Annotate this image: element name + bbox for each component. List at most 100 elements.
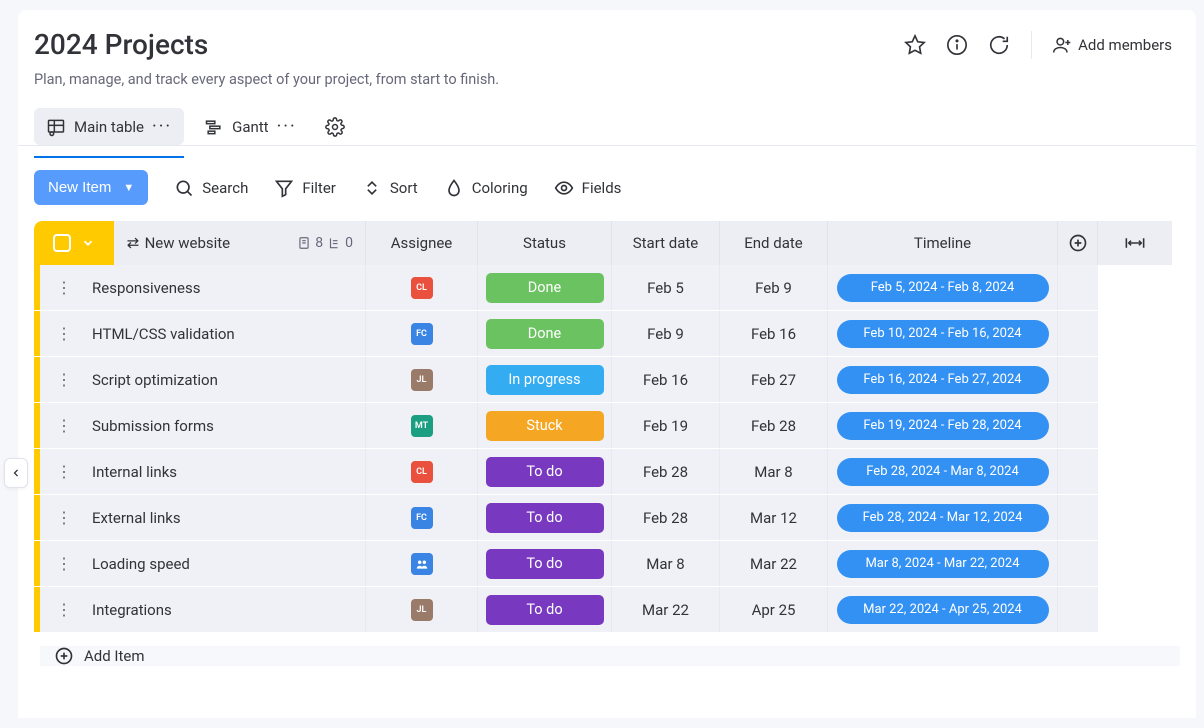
add-column-button[interactable] — [1058, 221, 1098, 265]
cell-timeline[interactable]: Mar 8, 2024 - Mar 22, 2024 — [828, 541, 1058, 586]
cell-start-date[interactable]: Feb 19 — [612, 403, 720, 448]
cell-tail — [1058, 587, 1098, 632]
cell-assignee[interactable]: CL — [366, 265, 478, 310]
table-row[interactable]: ⋮IntegrationsJLTo doMar 22Apr 25Mar 22, … — [34, 587, 1180, 633]
cell-status[interactable]: To do — [478, 541, 612, 586]
cell-assignee[interactable]: JL — [366, 587, 478, 632]
fields-tool[interactable]: Fields — [554, 178, 622, 198]
cell-status[interactable]: To do — [478, 449, 612, 494]
cell-assignee[interactable]: FC — [366, 495, 478, 540]
cell-assignee[interactable]: JL — [366, 357, 478, 402]
timeline-pill: Feb 10, 2024 - Feb 16, 2024 — [837, 320, 1049, 348]
column-start-date[interactable]: Start date — [612, 221, 720, 265]
table-row[interactable]: ⋮Submission formsMTStuckFeb 19Feb 28Feb … — [34, 403, 1180, 449]
favorite-icon[interactable] — [903, 33, 927, 57]
cell-start-date[interactable]: Feb 28 — [612, 449, 720, 494]
cell-timeline[interactable]: Mar 22, 2024 - Apr 25, 2024 — [828, 587, 1058, 632]
row-drag-handle[interactable]: ⋮ — [56, 324, 74, 343]
status-pill: To do — [486, 503, 604, 533]
cell-assignee[interactable]: MT — [366, 403, 478, 448]
group-collapse-icon[interactable] — [81, 236, 95, 250]
gantt-options-icon[interactable]: ··· — [277, 116, 297, 137]
cell-start-date[interactable]: Feb 16 — [612, 357, 720, 402]
avatar: JL — [411, 369, 433, 391]
cell-end-date[interactable]: Feb 16 — [720, 311, 828, 356]
cell-start-date[interactable]: Feb 28 — [612, 495, 720, 540]
row-drag-handle[interactable]: ⋮ — [56, 462, 74, 481]
search-tool[interactable]: Search — [174, 178, 248, 198]
group-checkbox[interactable] — [53, 234, 71, 252]
view-main-table[interactable]: Main table ··· — [34, 108, 184, 145]
cell-start-date[interactable]: Feb 9 — [612, 311, 720, 356]
cell-timeline[interactable]: Feb 28, 2024 - Mar 8, 2024 — [828, 449, 1058, 494]
cell-assignee[interactable]: CL — [366, 449, 478, 494]
row-drag-handle[interactable]: ⋮ — [56, 278, 74, 297]
timeline-pill: Feb 19, 2024 - Feb 28, 2024 — [837, 412, 1049, 440]
table-row[interactable]: ⋮Script optimizationJLIn progressFeb 16F… — [34, 357, 1180, 403]
column-end-date[interactable]: End date — [720, 221, 828, 265]
cell-assignee[interactable] — [366, 541, 478, 586]
expand-columns-button[interactable] — [1098, 221, 1172, 265]
add-members-button[interactable]: Add members — [1052, 35, 1172, 55]
row-drag-handle[interactable]: ⋮ — [56, 554, 74, 573]
row-drag-handle[interactable]: ⋮ — [56, 600, 74, 619]
row-title: External links — [92, 509, 181, 527]
timeline-pill: Feb 28, 2024 - Mar 12, 2024 — [837, 504, 1049, 532]
cell-end-date[interactable]: Feb 28 — [720, 403, 828, 448]
cell-status[interactable]: To do — [478, 495, 612, 540]
cell-status[interactable]: Done — [478, 311, 612, 356]
cell-status[interactable]: Done — [478, 265, 612, 310]
table-row[interactable]: ⋮ Internal links CLTo doFeb 28Mar 8Feb 28,… — [34, 449, 1180, 495]
new-item-label: New Item — [48, 179, 111, 196]
cell-status[interactable]: In progress — [478, 357, 612, 402]
column-name[interactable]: ⇅ New website 8 0 — [114, 221, 366, 265]
column-timeline[interactable]: Timeline — [828, 221, 1058, 265]
cell-end-date[interactable]: Apr 25 — [720, 587, 828, 632]
view-settings-icon[interactable] — [325, 117, 345, 137]
cell-status[interactable]: Stuck — [478, 403, 612, 448]
row-drag-handle[interactable]: ⋮ — [56, 370, 74, 389]
new-item-caret-icon[interactable]: ▼ — [123, 182, 134, 194]
row-title: Internal links — [92, 463, 177, 481]
status-pill: To do — [486, 549, 604, 579]
filter-tool[interactable]: Filter — [274, 178, 336, 198]
cell-timeline[interactable]: Feb 16, 2024 - Feb 27, 2024 — [828, 357, 1058, 402]
view-gantt[interactable]: Gantt ··· — [200, 108, 301, 145]
coloring-tool[interactable]: Coloring — [444, 178, 528, 198]
cell-timeline[interactable]: Feb 28, 2024 - Mar 12, 2024 — [828, 495, 1058, 540]
table-row[interactable]: ⋮ResponsivenessCLDoneFeb 5Feb 9Feb 5, 20… — [34, 265, 1180, 311]
add-item-row[interactable]: Add Item — [40, 646, 1180, 666]
row-drag-handle[interactable]: ⋮ — [56, 508, 74, 527]
cell-timeline[interactable]: Feb 19, 2024 - Feb 28, 2024 — [828, 403, 1058, 448]
cell-tail — [1058, 311, 1098, 356]
column-status[interactable]: Status — [478, 221, 612, 265]
cell-tail — [1058, 495, 1098, 540]
cell-end-date[interactable]: Mar 8 — [720, 449, 828, 494]
sort-tool[interactable]: Sort — [362, 178, 418, 198]
timeline-pill: Feb 16, 2024 - Feb 27, 2024 — [837, 366, 1049, 394]
cell-end-date[interactable]: Feb 9 — [720, 265, 828, 310]
cell-assignee[interactable]: FC — [366, 311, 478, 356]
cell-status[interactable]: To do — [478, 587, 612, 632]
cell-timeline[interactable]: Feb 5, 2024 - Feb 8, 2024 — [828, 265, 1058, 310]
cell-timeline[interactable]: Feb 10, 2024 - Feb 16, 2024 — [828, 311, 1058, 356]
cell-start-date[interactable]: Mar 22 — [612, 587, 720, 632]
sidebar-collapse-toggle[interactable] — [4, 458, 28, 488]
cell-end-date[interactable]: Mar 12 — [720, 495, 828, 540]
new-item-button[interactable]: New Item ▼ — [34, 170, 148, 205]
cell-end-date[interactable]: Mar 22 — [720, 541, 828, 586]
search-label: Search — [202, 179, 248, 197]
cell-start-date[interactable]: Feb 5 — [612, 265, 720, 310]
automations-icon[interactable] — [987, 33, 1011, 57]
table-row[interactable]: ⋮Loading speedTo doMar 8Mar 22Mar 8, 202… — [34, 541, 1180, 587]
main-table-options-icon[interactable]: ··· — [152, 116, 172, 137]
row-title: Script optimization — [92, 371, 218, 389]
info-icon[interactable] — [945, 33, 969, 57]
table-row[interactable]: ⋮HTML/CSS validationFCDoneFeb 9Feb 16Feb… — [34, 311, 1180, 357]
cell-start-date[interactable]: Mar 8 — [612, 541, 720, 586]
table-row[interactable]: ⋮ External links FC To do Feb 28Mar 12 Feb 28… — [34, 495, 1180, 541]
column-assignee[interactable]: Assignee — [366, 221, 478, 265]
cell-end-date[interactable]: Feb 27 — [720, 357, 828, 402]
row-drag-handle[interactable]: ⋮ — [56, 416, 74, 435]
reorder-icon[interactable]: ⇅ — [123, 237, 141, 250]
